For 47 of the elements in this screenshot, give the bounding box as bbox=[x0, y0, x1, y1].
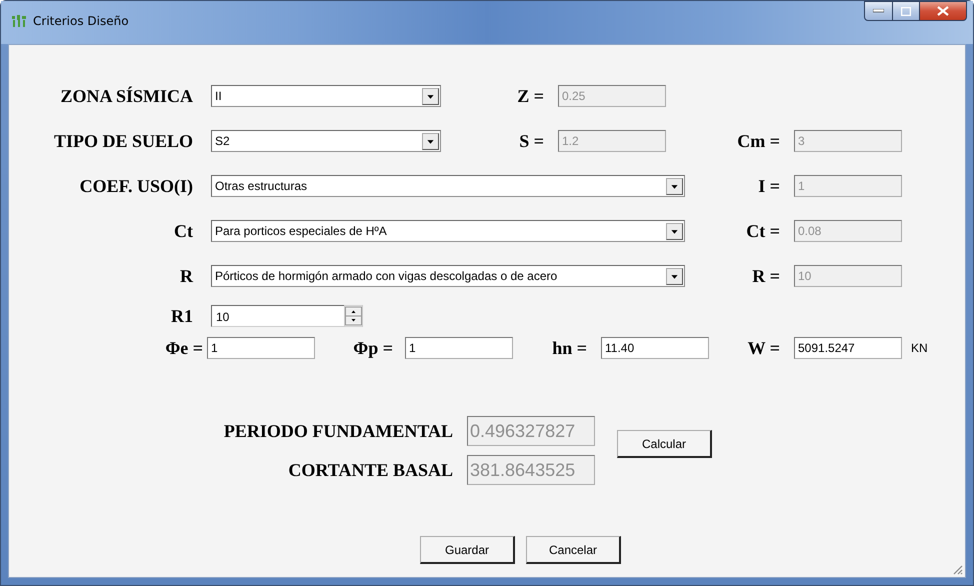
unit-label: KN bbox=[911, 341, 928, 355]
field-label: TIPO DE SUELO bbox=[52, 130, 193, 152]
dropdown[interactable]: Otras estructuras bbox=[211, 175, 685, 197]
result-label: PERIODO FUNDAMENTAL bbox=[222, 420, 453, 442]
caret-icon[interactable] bbox=[666, 178, 683, 194]
symbol-label: Z = bbox=[516, 86, 545, 106]
input-field[interactable]: 11.40 bbox=[601, 337, 709, 359]
symbol-label: Ct = bbox=[745, 220, 781, 242]
field-label: COEF. USO(I) bbox=[78, 176, 193, 196]
close-button[interactable] bbox=[920, 1, 967, 21]
close-icon bbox=[937, 6, 949, 16]
minimize-button[interactable] bbox=[864, 1, 893, 21]
caret-icon[interactable] bbox=[422, 132, 439, 150]
symbol-label: Φp = bbox=[352, 338, 394, 358]
input-field[interactable]: 1 bbox=[207, 337, 315, 359]
spin-field[interactable]: 10 bbox=[211, 305, 344, 327]
symbol-label: W = bbox=[746, 338, 781, 358]
caret-icon[interactable] bbox=[666, 222, 683, 240]
dropdown[interactable]: II bbox=[211, 85, 441, 107]
symbol-label: hn = bbox=[551, 338, 588, 358]
resize-grip-icon[interactable] bbox=[951, 563, 963, 575]
dialog-button[interactable]: Guardar bbox=[420, 536, 515, 564]
maximize-button[interactable] bbox=[893, 1, 920, 21]
minimize-icon bbox=[873, 9, 884, 13]
maximize-icon bbox=[901, 6, 911, 16]
window-title: Criterios Diseño bbox=[33, 14, 129, 28]
dialog-button[interactable]: Cancelar bbox=[526, 536, 621, 564]
symbol-label: S = bbox=[518, 130, 545, 152]
app-icon bbox=[11, 15, 27, 27]
calculate-button[interactable]: Calcular bbox=[617, 430, 712, 458]
symbol-label: Φe = bbox=[164, 338, 204, 358]
field-label: ZONA SÍSMICA bbox=[59, 86, 193, 106]
symbol-label: Cm = bbox=[736, 130, 781, 152]
field-label: R1 bbox=[170, 306, 193, 326]
caret-icon[interactable] bbox=[666, 268, 683, 284]
symbol-label: R = bbox=[751, 266, 781, 286]
dropdown[interactable]: Para porticos especiales de HºA bbox=[211, 220, 685, 242]
field-label: Ct bbox=[173, 220, 193, 242]
dropdown[interactable]: Pórticos de hormigón armado con vigas descolgadas o de acero bbox=[211, 265, 685, 287]
dropdown[interactable]: S2 bbox=[211, 130, 441, 152]
field-label: R bbox=[179, 266, 193, 286]
result-label: CORTANTE BASAL bbox=[287, 460, 453, 480]
spinner-arrows-icon[interactable] bbox=[344, 305, 363, 327]
caret-icon[interactable] bbox=[422, 88, 439, 104]
input-field[interactable]: 1 bbox=[405, 337, 513, 359]
symbol-label: I = bbox=[757, 176, 781, 196]
input-field[interactable]: 5091.5247 bbox=[794, 337, 902, 359]
